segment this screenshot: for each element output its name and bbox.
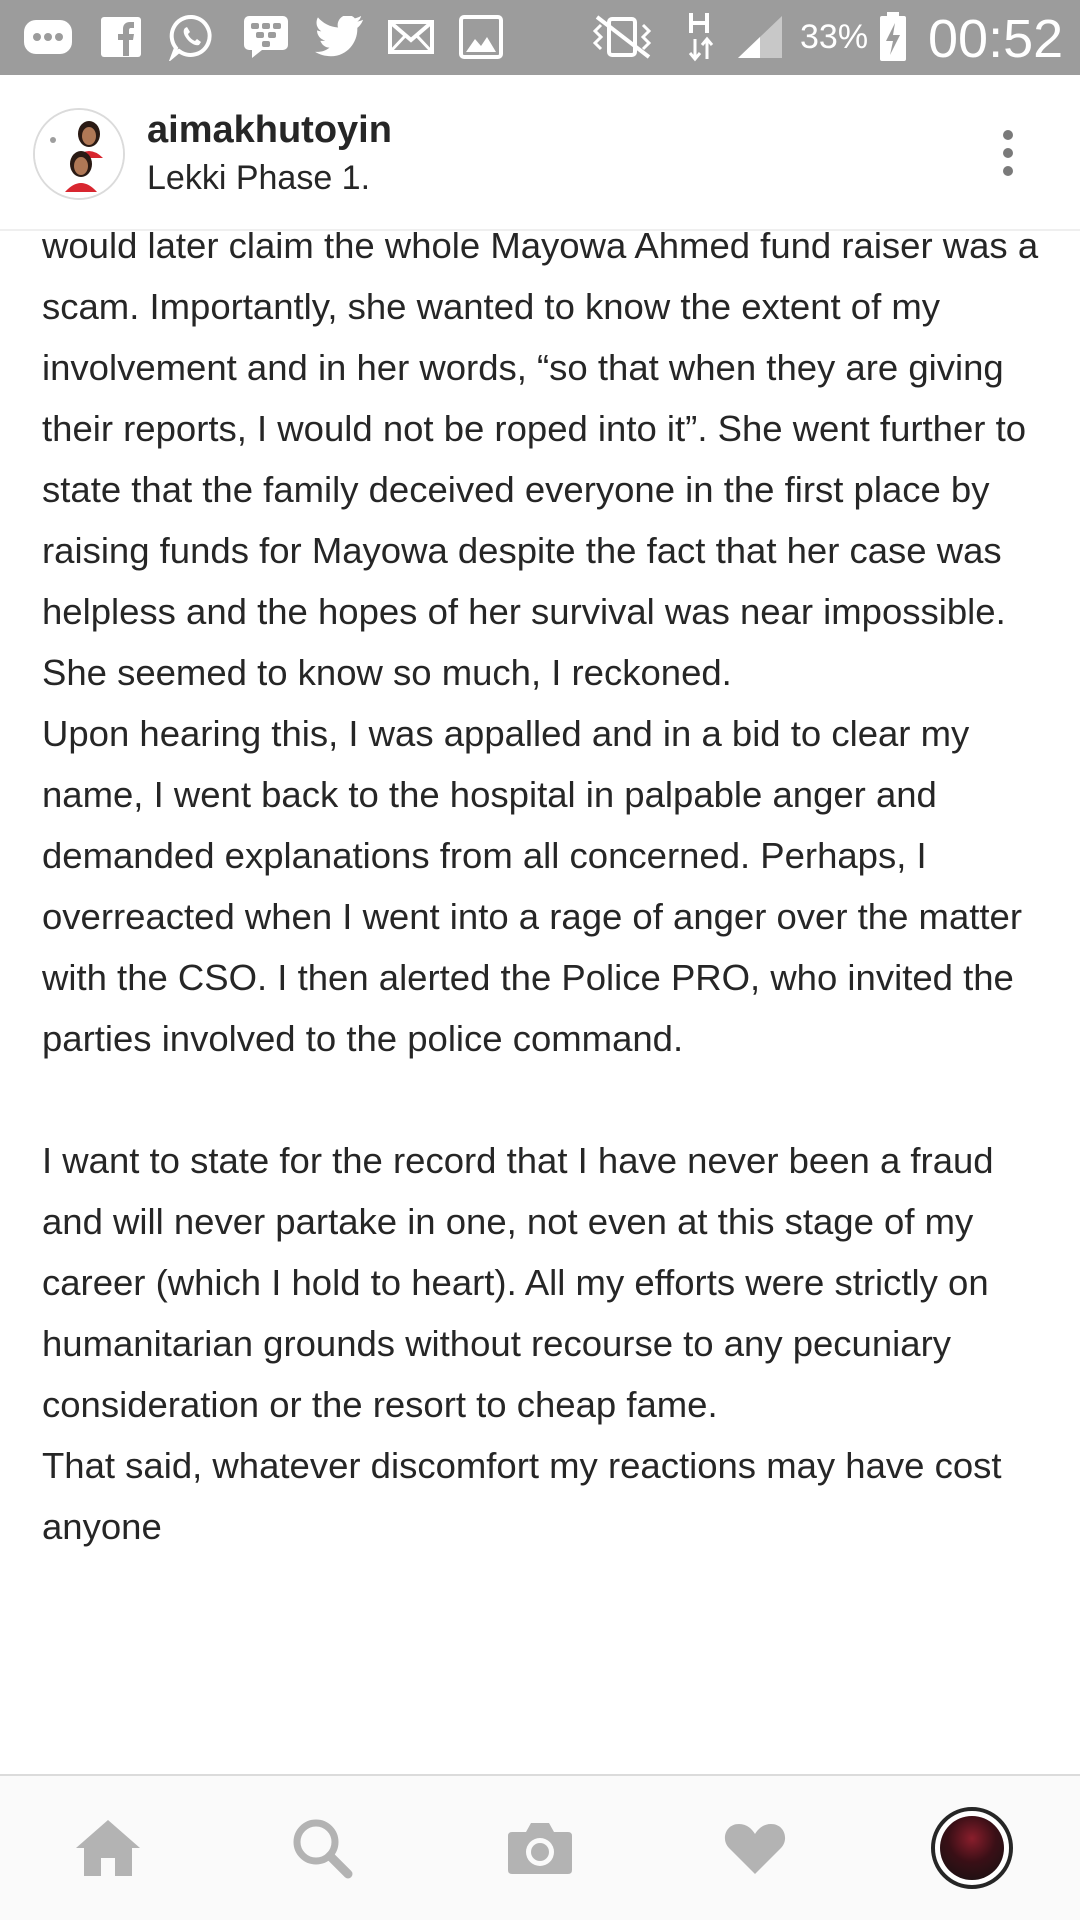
search-icon	[293, 1819, 353, 1879]
camera-icon	[508, 1823, 572, 1874]
home-icon	[76, 1820, 140, 1876]
whatsapp-icon	[166, 12, 218, 62]
network-h-icon	[684, 12, 718, 62]
chat-icon	[20, 12, 76, 62]
nav-profile[interactable]	[922, 1798, 1022, 1898]
more-options-button[interactable]	[985, 120, 1031, 186]
status-bar: 33% 00:52	[0, 0, 1080, 75]
signal-icon	[734, 12, 786, 62]
profile-avatar-image	[940, 1816, 1004, 1880]
vibrate-mute-icon	[586, 12, 658, 62]
twitter-icon	[314, 12, 366, 62]
avatar[interactable]	[33, 108, 125, 200]
heart-icon	[724, 1824, 786, 1874]
clock: 00:52	[928, 9, 1064, 69]
nav-home[interactable]	[58, 1798, 158, 1898]
username[interactable]: aimakhutoyin	[147, 109, 392, 153]
location[interactable]: Lekki Phase 1.	[147, 159, 370, 198]
battery-charging-icon	[876, 12, 910, 62]
post-caption: would later claim the whole Mayowa Ahmed…	[42, 225, 1039, 1547]
facebook-icon	[98, 12, 144, 62]
nav-camera[interactable]	[490, 1798, 590, 1898]
bottom-nav	[0, 1774, 1080, 1920]
bbm-icon	[240, 12, 292, 62]
gallery-icon	[458, 12, 504, 62]
nav-activity[interactable]	[705, 1798, 805, 1898]
profile-avatar	[931, 1807, 1013, 1889]
post-header: aimakhutoyin Lekki Phase 1.	[0, 75, 1080, 231]
nav-search[interactable]	[272, 1798, 372, 1898]
more-vertical-icon	[1003, 130, 1013, 176]
mail-icon	[386, 12, 436, 62]
screen: 33% 00:52 aimakhutoyin Lekki Phase 1. wo…	[0, 0, 1080, 1920]
battery-percent: 33%	[800, 18, 869, 56]
